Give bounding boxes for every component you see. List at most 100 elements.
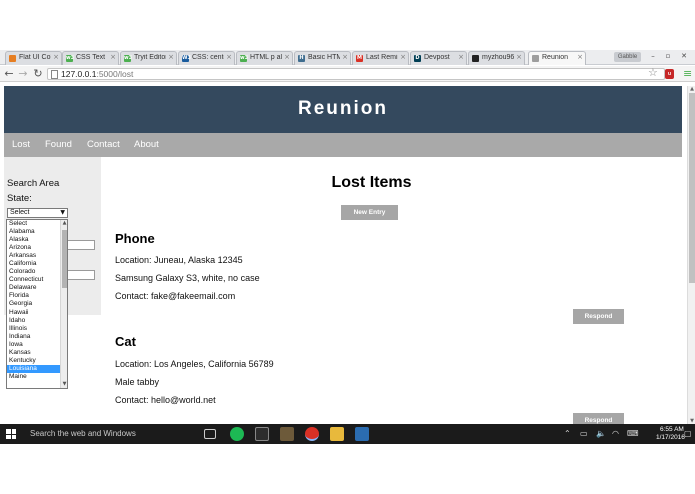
- notifications-icon[interactable]: ▢: [684, 429, 692, 438]
- state-option[interactable]: Arkansas: [7, 252, 61, 260]
- address-bar[interactable]: 127.0.0.1:5000/lost: [47, 68, 665, 80]
- search-area-label: Search Area: [7, 178, 60, 189]
- profile-badge[interactable]: Gabble: [614, 52, 641, 62]
- state-option[interactable]: Louisiana: [7, 364, 61, 373]
- state-option[interactable]: Kentucky: [7, 357, 61, 365]
- tab-close-icon[interactable]: ×: [516, 53, 522, 61]
- ublock-extension-icon[interactable]: u: [665, 69, 674, 79]
- reload-icon[interactable]: ↻: [32, 67, 44, 81]
- tab-4[interactable]: w3HTML p alig×: [236, 51, 293, 65]
- state-option[interactable]: Indiana: [7, 333, 61, 341]
- clock-time[interactable]: 6:55 AM: [660, 426, 684, 433]
- browser-toolbar: ← → ↻ 127.0.0.1:5000/lost ☆ u ≡: [0, 66, 695, 82]
- tab-close-icon[interactable]: ×: [577, 53, 583, 61]
- scroll-up-icon[interactable]: ▲: [688, 86, 695, 92]
- w3schools-icon: w3: [66, 55, 75, 62]
- terminal-icon[interactable]: [255, 427, 269, 441]
- city-input[interactable]: [68, 240, 95, 250]
- state-option[interactable]: Arizona: [7, 244, 61, 252]
- tab-close-icon[interactable]: ×: [226, 53, 232, 61]
- state-option[interactable]: Select: [7, 220, 61, 228]
- powershell-icon[interactable]: [355, 427, 369, 441]
- minimize-icon[interactable]: –: [648, 52, 658, 60]
- page-scrollbar[interactable]: ▲ ▼: [687, 86, 695, 424]
- state-option[interactable]: Alaska: [7, 236, 61, 244]
- tab-8[interactable]: myzhou96 ×: [468, 51, 525, 65]
- wifi-icon[interactable]: ◠: [612, 429, 619, 438]
- page-scroll-thumb[interactable]: [689, 93, 695, 283]
- state-option[interactable]: Idaho: [7, 317, 61, 325]
- close-window-icon[interactable]: ✕: [679, 52, 689, 60]
- state-option[interactable]: Connecticut: [7, 276, 61, 284]
- new-entry-button[interactable]: New Entry: [341, 205, 398, 220]
- nav-lost[interactable]: Lost: [12, 139, 30, 150]
- app-icon[interactable]: [280, 427, 294, 441]
- tab-2[interactable]: w3 Tryit Editor ×: [120, 51, 177, 65]
- scroll-up-icon[interactable]: ▲: [61, 220, 67, 227]
- file-explorer-icon[interactable]: [330, 427, 344, 441]
- bookmark-star-icon[interactable]: ☆: [648, 66, 658, 79]
- tab-6[interactable]: M Last Remin ×: [352, 51, 409, 65]
- battery-icon[interactable]: ▭: [580, 429, 588, 438]
- respond-button[interactable]: Respond: [573, 413, 624, 424]
- state-options: Select Alabama Alaska Arizona Arkansas Califo…: [7, 220, 61, 381]
- tab-7[interactable]: D Devpost ×: [410, 51, 467, 65]
- state-option[interactable]: Kansas: [7, 349, 61, 357]
- tab-close-icon[interactable]: ×: [168, 53, 174, 61]
- respond-button[interactable]: Respond: [573, 309, 624, 324]
- state-option[interactable]: Alabama: [7, 228, 61, 236]
- spotify-icon[interactable]: [230, 427, 244, 441]
- dropdown-scrollbar[interactable]: ▲ ▼: [60, 220, 67, 388]
- item-description: Male tabby: [115, 377, 160, 387]
- site-title: Reunion: [298, 98, 388, 119]
- item-title: Cat: [115, 334, 136, 349]
- volume-icon[interactable]: 🔈: [596, 429, 606, 438]
- tab-close-icon[interactable]: ×: [53, 53, 59, 61]
- task-view-icon[interactable]: [204, 429, 216, 439]
- state-option[interactable]: Iowa: [7, 341, 61, 349]
- tab-0[interactable]: Flat UI Colo×: [5, 51, 62, 65]
- state-option[interactable]: Hawaii: [7, 309, 61, 317]
- nav-found[interactable]: Found: [45, 139, 72, 150]
- state-option[interactable]: California: [7, 260, 61, 268]
- state-option[interactable]: Delaware: [7, 284, 61, 292]
- state-option[interactable]: Illinois: [7, 325, 61, 333]
- chrome-menu-icon[interactable]: ≡: [683, 67, 692, 80]
- tab-1[interactable]: w3 CSS Text ×: [62, 51, 119, 65]
- url-text: 127.0.0.1:5000/lost: [61, 69, 133, 80]
- state-select[interactable]: Select ▼: [7, 208, 68, 218]
- maximize-icon[interactable]: ▫: [663, 52, 673, 60]
- tab-close-icon[interactable]: ×: [110, 53, 116, 61]
- chrome-icon[interactable]: [305, 427, 319, 441]
- windows-taskbar: Search the web and Windows ⌃ ▭ 🔈 ◠ ⌨ 6:5…: [0, 424, 695, 444]
- taskbar-search-box[interactable]: Search the web and Windows: [30, 429, 136, 438]
- clock-date[interactable]: 1/17/2016: [656, 434, 685, 441]
- state-option[interactable]: Florida: [7, 292, 61, 300]
- tab-3[interactable]: W3CSS: center×: [178, 51, 235, 65]
- tab-close-icon[interactable]: ×: [400, 53, 406, 61]
- state-option[interactable]: Colorado: [7, 268, 61, 276]
- tab-close-icon[interactable]: ×: [284, 53, 290, 61]
- nav-contact[interactable]: Contact: [87, 139, 120, 150]
- state-dropdown-list[interactable]: Select Alabama Alaska Arizona Arkansas Califo…: [6, 219, 68, 389]
- item-description: Samsung Galaxy S3, white, no case: [115, 273, 260, 283]
- forward-icon[interactable]: →: [17, 67, 29, 81]
- tab-close-icon[interactable]: ×: [458, 53, 464, 61]
- tab-9[interactable]: Reunion ×: [528, 51, 586, 65]
- zip-input[interactable]: [68, 270, 95, 280]
- url-path: :5000/lost: [96, 69, 134, 79]
- dropdown-scroll-thumb[interactable]: [62, 230, 67, 288]
- tray-chevron-up-icon[interactable]: ⌃: [564, 429, 571, 438]
- tab-label: Reunion: [542, 54, 569, 61]
- htmldog-icon: H: [298, 55, 305, 62]
- scroll-down-icon[interactable]: ▼: [61, 381, 67, 388]
- back-icon[interactable]: ←: [3, 67, 15, 81]
- tab-5[interactable]: HBasic HTML×: [294, 51, 351, 65]
- state-option[interactable]: Maine: [7, 373, 61, 381]
- tab-label: HTML p alig: [250, 54, 282, 61]
- tab-close-icon[interactable]: ×: [342, 53, 348, 61]
- keyboard-icon[interactable]: ⌨: [627, 429, 639, 438]
- windows-start-icon[interactable]: [6, 429, 16, 439]
- state-option[interactable]: Georgia: [7, 300, 61, 308]
- nav-about[interactable]: About: [134, 139, 159, 150]
